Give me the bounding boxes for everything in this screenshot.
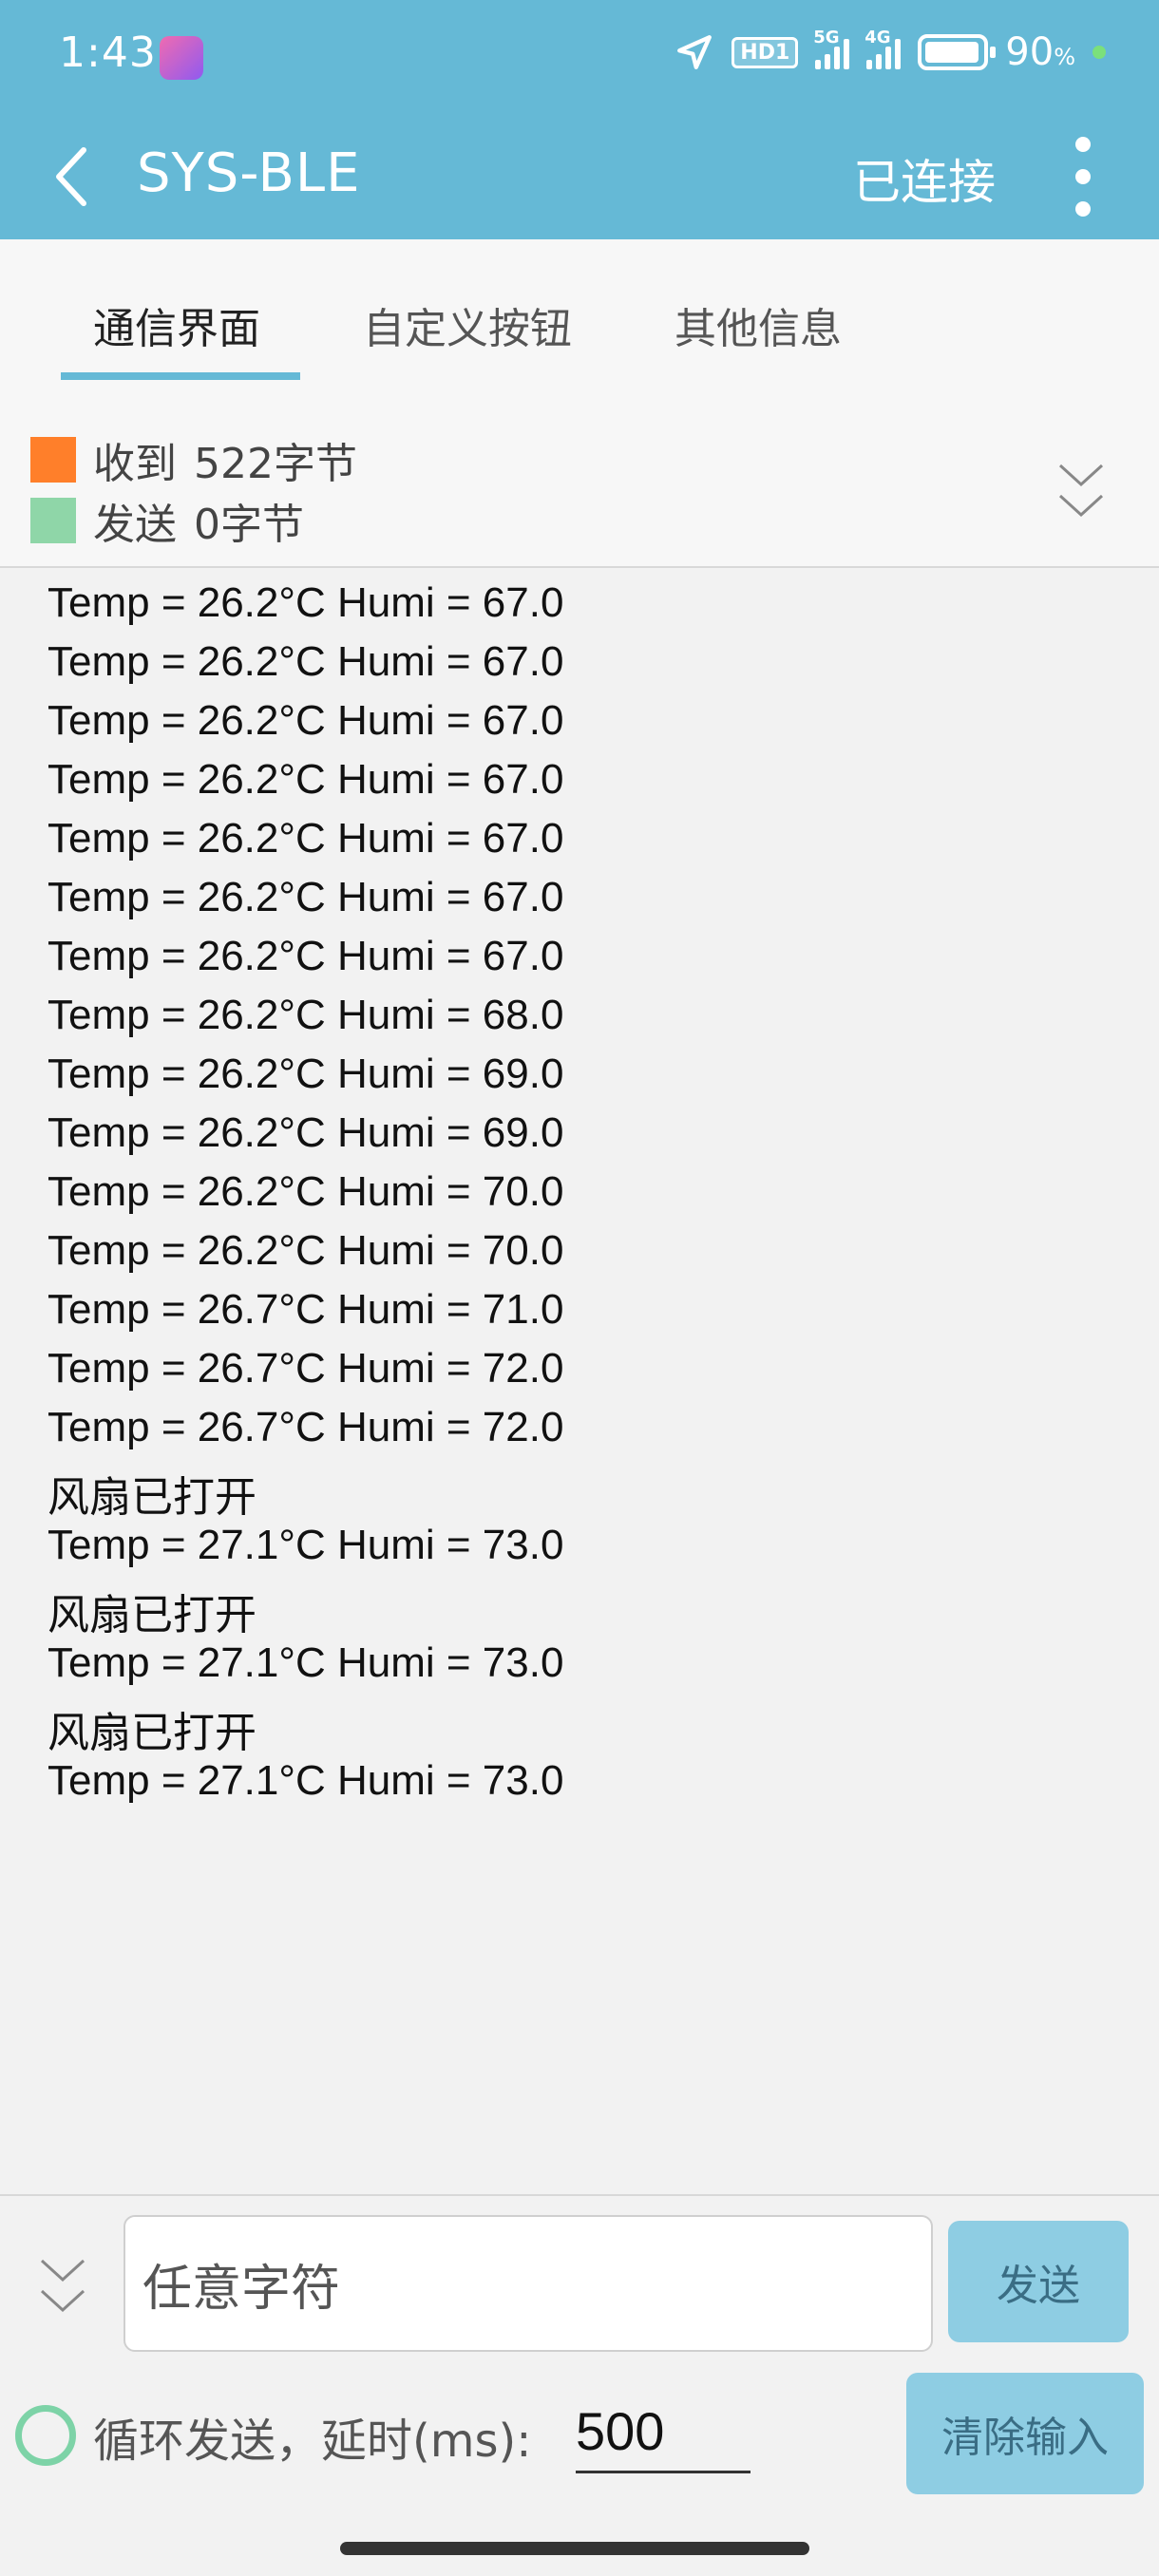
- receive-log[interactable]: Temp = 26.2°C Humi = 67.0 Temp = 26.2°C H…: [0, 570, 1159, 2194]
- log-line: 风扇已打开: [48, 1474, 256, 1521]
- device-title: SYS-BLE: [137, 142, 361, 204]
- log-line: Temp = 26.2°C Humi = 70.0: [48, 1168, 564, 1215]
- battery-icon: [918, 34, 997, 70]
- log-line: Temp = 26.7°C Humi = 72.0: [48, 1404, 564, 1450]
- log-line: Temp = 26.2°C Humi = 67.0: [48, 933, 564, 979]
- more-menu-button[interactable]: [1064, 137, 1102, 217]
- home-indicator: [340, 2542, 809, 2555]
- send-button[interactable]: 发送: [948, 2221, 1129, 2342]
- clear-input-button[interactable]: 清除输入: [906, 2373, 1144, 2494]
- status-time: 1:43: [59, 28, 157, 77]
- received-label: 收到: [93, 440, 177, 488]
- double-chevron-down-icon: [40, 2259, 86, 2313]
- connection-status-button[interactable]: 已连接: [853, 144, 996, 213]
- delay-input[interactable]: 500: [576, 2392, 750, 2473]
- active-tab-indicator: [61, 372, 300, 380]
- log-line: Temp = 27.1°C Humi = 73.0: [48, 1522, 564, 1568]
- more-vertical-icon: [1075, 137, 1091, 152]
- send-panel: 任意字符 发送 循环发送，延时(ms): 500 清除输入: [0, 2194, 1159, 2576]
- status-right-group: HD1 5G 4G 90%: [674, 28, 1106, 76]
- log-line: Temp = 26.2°C Humi = 69.0: [48, 1109, 564, 1156]
- log-line: Temp = 26.2°C Humi = 70.0: [48, 1227, 564, 1274]
- tab-communication[interactable]: 通信界面: [93, 294, 260, 355]
- log-line: Temp = 26.7°C Humi = 71.0: [48, 1286, 564, 1333]
- expand-options-button[interactable]: [36, 2249, 89, 2325]
- app-bar: SYS-BLE 已连接: [0, 112, 1159, 239]
- tab-other-info[interactable]: 其他信息: [674, 294, 842, 355]
- log-line: Temp = 26.2°C Humi = 67.0: [48, 756, 564, 803]
- loop-send-radio[interactable]: [15, 2405, 76, 2466]
- sent-value: 0字节: [194, 501, 304, 549]
- log-line: Temp = 26.2°C Humi = 67.0: [48, 815, 564, 862]
- log-line: 风扇已打开: [48, 1710, 256, 1756]
- collapse-counters-button[interactable]: [1054, 454, 1108, 530]
- battery-percent: 90%: [1005, 30, 1075, 74]
- signal-5g-icon: 5G: [813, 28, 850, 69]
- sent-counter: 发送 0字节: [30, 490, 304, 551]
- log-line: Temp = 26.2°C Humi = 67.0: [48, 638, 564, 685]
- loop-send-label: 循环发送，延时(ms):: [93, 2415, 532, 2468]
- log-line: Temp = 26.7°C Humi = 72.0: [48, 1345, 564, 1392]
- log-line: Temp = 26.2°C Humi = 69.0: [48, 1051, 564, 1097]
- log-line: Temp = 26.2°C Humi = 68.0: [48, 992, 564, 1038]
- signal-4g-label: 4G: [864, 28, 891, 47]
- log-line: Temp = 26.2°C Humi = 67.0: [48, 579, 564, 626]
- log-line: Temp = 27.1°C Humi = 73.0: [48, 1639, 564, 1686]
- privacy-indicator-dot: [1092, 46, 1106, 59]
- back-arrow-icon: [56, 147, 86, 206]
- notification-app-icon: [160, 36, 203, 80]
- byte-counters: 收到 522字节 发送 0字节: [0, 391, 1159, 568]
- back-button[interactable]: [46, 139, 103, 215]
- received-value: 522字节: [194, 440, 357, 488]
- log-line: Temp = 27.1°C Humi = 73.0: [48, 1757, 564, 1804]
- log-line: Temp = 26.2°C Humi = 67.0: [48, 874, 564, 920]
- location-icon: [677, 35, 712, 69]
- tab-bar: 通信界面 自定义按钮 其他信息: [0, 239, 1159, 391]
- log-line: 风扇已打开: [48, 1592, 256, 1638]
- double-chevron-down-icon: [1058, 464, 1104, 518]
- signal-5g-label: 5G: [813, 28, 840, 47]
- sent-label: 发送: [93, 501, 177, 549]
- hd-badge: HD1: [732, 36, 799, 68]
- send-input-placeholder: 任意字符: [142, 2260, 341, 2318]
- received-counter: 收到 522字节: [30, 429, 357, 490]
- sent-color-swatch: [30, 498, 76, 543]
- status-bar: 1:43 HD1 5G 4G 90%: [0, 0, 1159, 112]
- send-input[interactable]: 任意字符: [124, 2215, 933, 2352]
- tab-custom-buttons[interactable]: 自定义按钮: [363, 294, 572, 355]
- received-color-swatch: [30, 437, 76, 483]
- signal-4g-icon: 4G: [864, 28, 902, 69]
- log-line: Temp = 26.2°C Humi = 67.0: [48, 697, 564, 744]
